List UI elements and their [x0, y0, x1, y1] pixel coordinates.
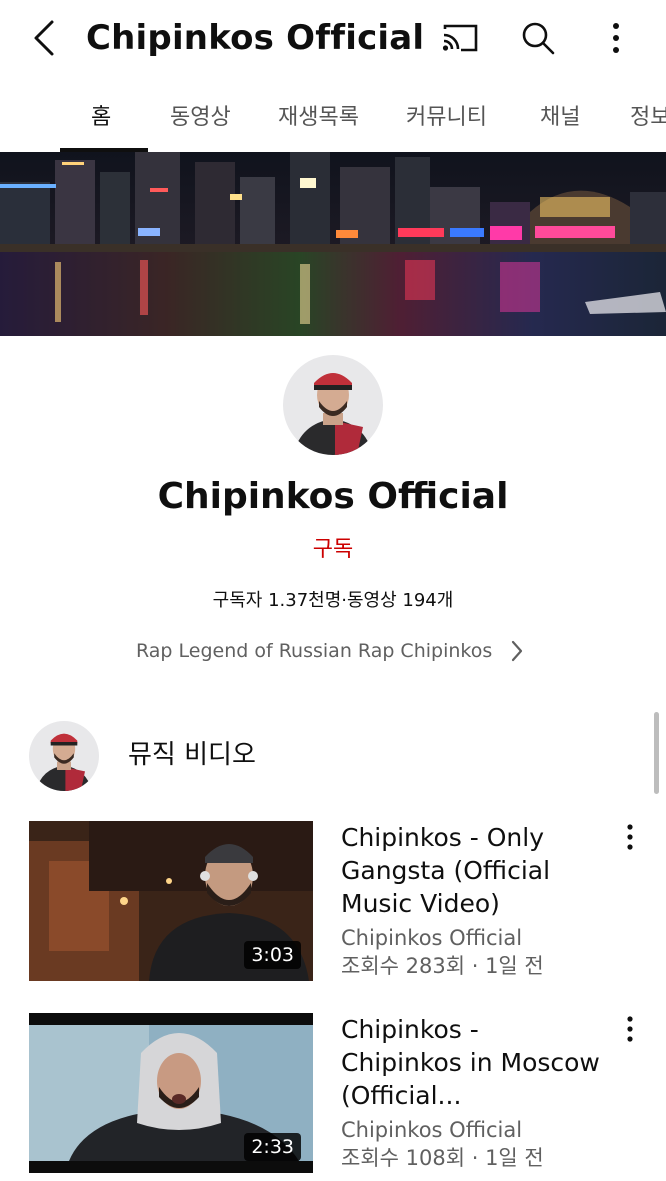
video-more-button[interactable] [614, 1013, 646, 1045]
more-vert-icon [627, 1016, 633, 1042]
channel-avatar[interactable] [283, 355, 383, 455]
tab-playlists[interactable]: 재생목록 [278, 78, 359, 152]
video-thumbnail[interactable]: 3:03 [29, 821, 313, 981]
tab-about[interactable]: 정보 [630, 78, 666, 152]
more-options-button[interactable] [592, 14, 640, 62]
video-more-button[interactable] [614, 821, 646, 853]
video-item[interactable]: 2:33 Chipinkos - Chipinkos in Moscow (Of… [0, 1013, 666, 1181]
channel-stats: 구독자 1.37천명·동영상 194개 [212, 590, 454, 611]
video-meta: 조회수 108회 · 1일 전 [341, 1146, 544, 1170]
video-meta: 조회수 283회 · 1일 전 [341, 954, 544, 978]
video-item[interactable]: 3:03 Chipinkos - Only Gangsta (Official … [0, 821, 666, 989]
tab-home[interactable]: 홈 [91, 78, 111, 152]
video-duration: 2:33 [244, 1133, 301, 1161]
video-duration: 3:03 [244, 941, 301, 969]
channel-banner [0, 152, 666, 336]
video-title[interactable]: Chipinkos - Chipinkos in Moscow (Officia… [341, 1013, 603, 1112]
section-channel-avatar[interactable] [29, 721, 99, 791]
channel-name: Chipinkos Official [157, 476, 509, 517]
more-vert-icon [627, 824, 633, 850]
channel-description: Rap Legend of Russian Rap Chipinkos [136, 640, 493, 662]
tab-channels[interactable]: 채널 [540, 78, 580, 152]
video-thumbnail[interactable]: 2:33 [29, 1013, 313, 1173]
channel-title: Chipinkos Official [86, 18, 425, 58]
more-vert-icon [613, 23, 619, 53]
tab-community[interactable]: 커뮤니티 [406, 78, 487, 152]
scrollbar[interactable] [654, 712, 659, 794]
video-channel: Chipinkos Official [341, 1118, 523, 1142]
chevron-right-icon [510, 639, 524, 663]
cast-button[interactable] [436, 14, 484, 62]
channel-description-link[interactable]: Rap Legend of Russian Rap Chipinkos [136, 634, 524, 668]
video-title[interactable]: Chipinkos - Only Gangsta (Official Music… [341, 821, 603, 920]
section-title: 뮤직 비디오 [128, 740, 256, 770]
tab-videos[interactable]: 동영상 [170, 78, 231, 152]
app-bar: Chipinkos Official [0, 0, 666, 78]
video-channel: Chipinkos Official [341, 926, 523, 950]
channel-tabs: 홈 동영상 재생목록 커뮤니티 채널 정보 [0, 78, 666, 152]
chevron-left-icon [34, 20, 54, 56]
subscribe-button[interactable]: 구독 [0, 534, 666, 566]
cast-icon [442, 24, 478, 52]
back-button[interactable] [24, 14, 64, 62]
search-icon [522, 22, 555, 55]
search-button[interactable] [514, 14, 562, 62]
